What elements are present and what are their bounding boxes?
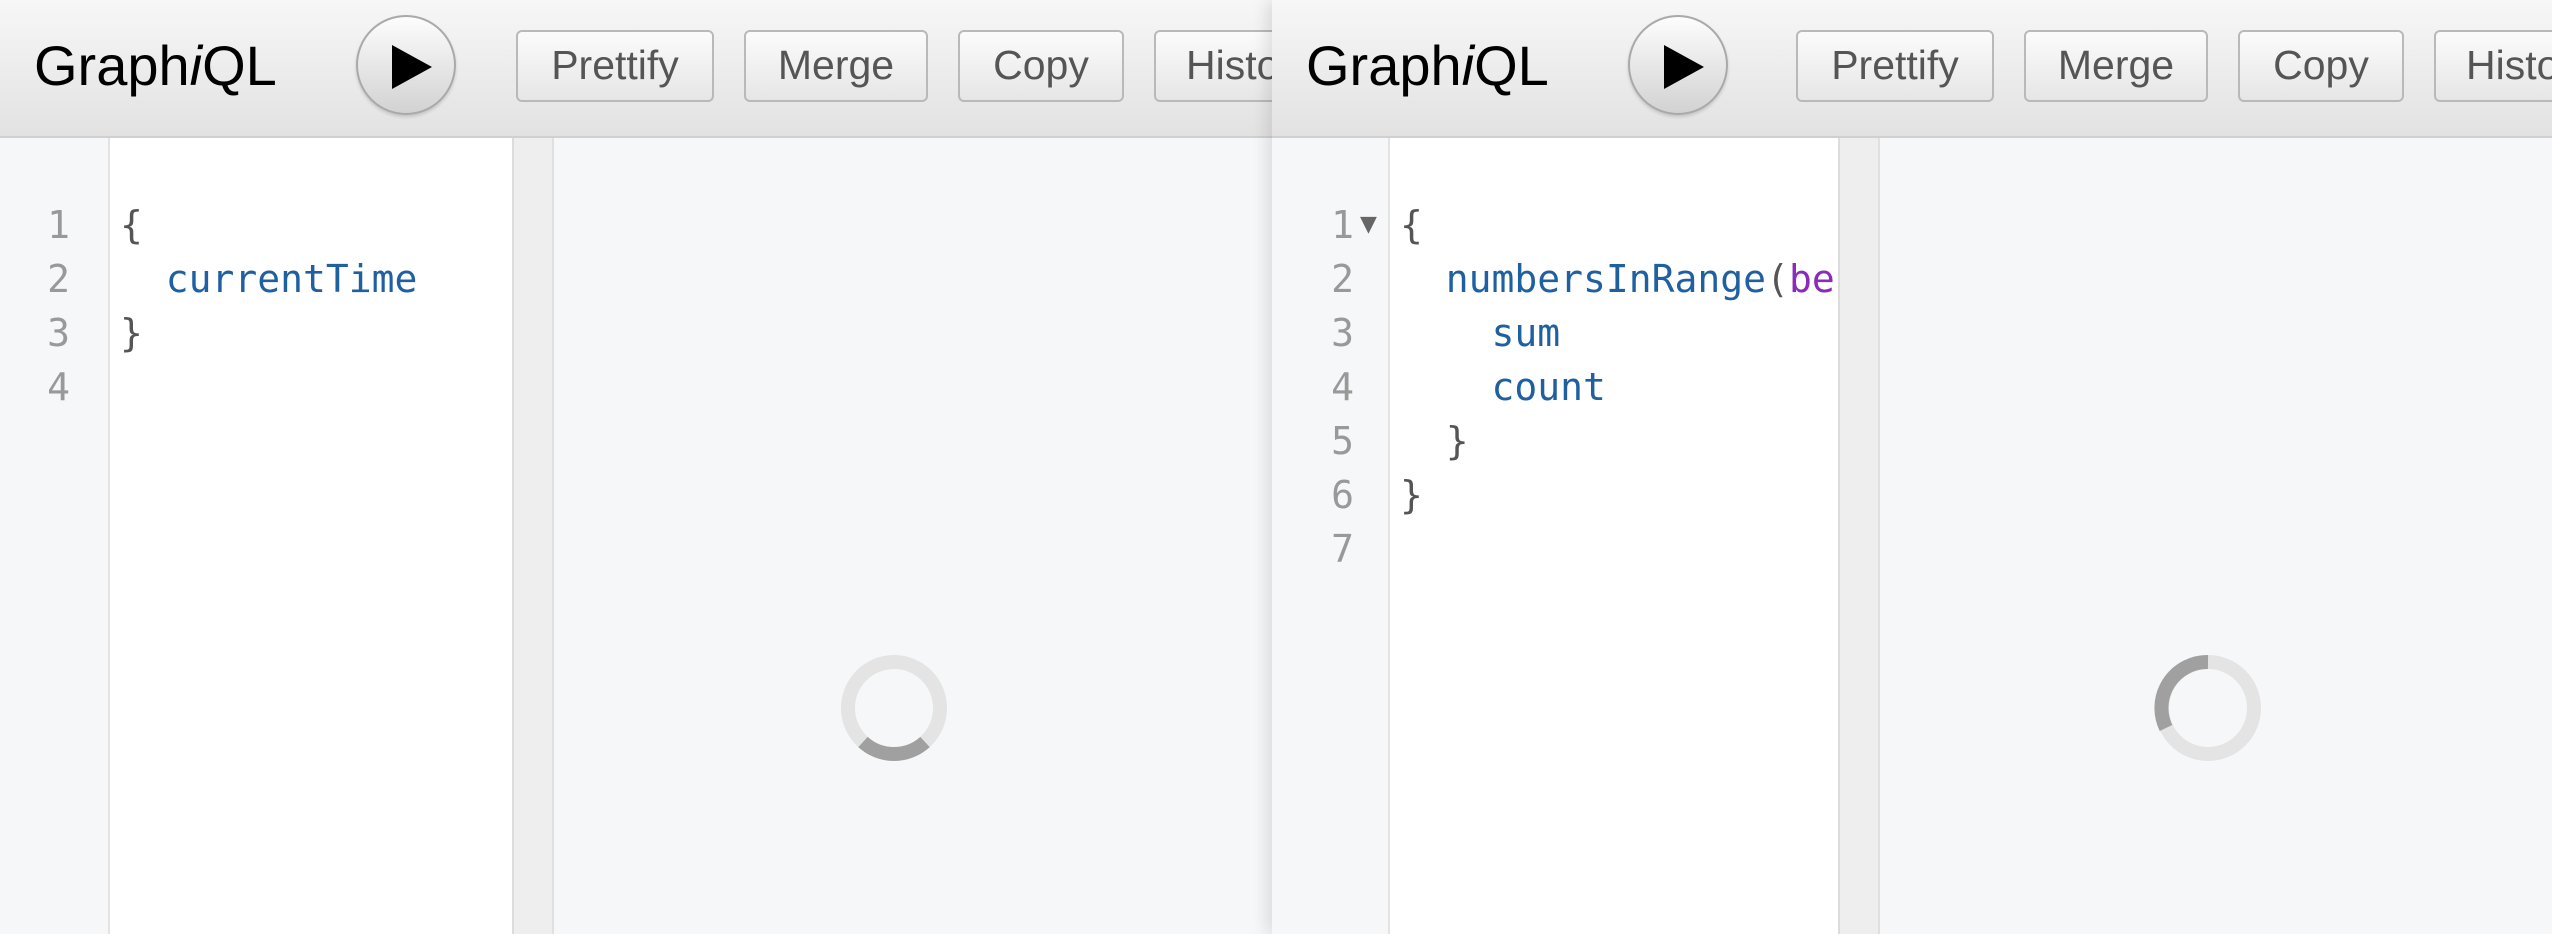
logo-part: i — [1461, 34, 1475, 97]
code-line[interactable]: { — [120, 198, 512, 252]
logo-part: Graph — [34, 34, 190, 97]
line-number: 5 — [1331, 419, 1354, 463]
code-token-arg: beg — [1788, 257, 1836, 301]
result-window — [554, 138, 1272, 934]
line-number: 2 — [1331, 257, 1354, 301]
line-number: 3 — [47, 311, 70, 355]
line-number: 3 — [1331, 311, 1354, 355]
toolbar: GraphiQL Prettify Merge Copy History — [0, 0, 1272, 138]
graphiql-window-right: GraphiQL Prettify Merge Copy History 1 2 3… — [1272, 0, 2552, 934]
line-number: 1 — [1331, 203, 1354, 247]
prettify-button[interactable]: Prettify — [1796, 30, 1994, 102]
code-line[interactable]: } — [1400, 468, 1836, 522]
toolbar: GraphiQL Prettify Merge Copy History — [1272, 0, 2552, 138]
spinner-icon — [2154, 654, 2261, 761]
code-token-field: currentTime — [165, 257, 418, 301]
code-line[interactable]: { — [1400, 198, 1836, 252]
execute-query-button[interactable] — [356, 15, 456, 115]
fold-arrow-icon[interactable]: ▼ — [1360, 212, 1377, 237]
code-token-field: count — [1491, 365, 1606, 409]
code-line[interactable]: numbersInRange(beg — [1400, 252, 1836, 306]
code-token-field: sum — [1491, 311, 1561, 355]
code-line[interactable]: sum — [1400, 306, 1836, 360]
code-token-punc: } — [1400, 419, 1469, 463]
editor-resize-bar[interactable] — [514, 138, 554, 934]
prettify-button[interactable]: Prettify — [516, 30, 714, 102]
logo-part: QL — [1474, 34, 1549, 97]
history-button[interactable]: History — [1154, 30, 1272, 102]
graphiql-window-left: GraphiQL Prettify Merge Copy History 1 2 3… — [0, 0, 1272, 934]
line-number: 4 — [47, 365, 70, 409]
code-line[interactable]: } — [120, 306, 512, 360]
history-button[interactable]: History — [2434, 30, 2552, 102]
line-number: 6 — [1331, 473, 1354, 517]
logo-part: Graph — [1306, 34, 1462, 97]
line-number: 1 — [47, 203, 70, 247]
code-line[interactable]: } — [1400, 414, 1836, 468]
merge-button[interactable]: Merge — [2024, 30, 2208, 102]
code-token-punc: { — [120, 203, 143, 247]
spinner-icon — [841, 655, 947, 761]
graphiql-logo: GraphiQL — [1306, 30, 1549, 102]
code-token-punc — [1400, 365, 1492, 409]
line-number: 4 — [1331, 365, 1354, 409]
logo-part: QL — [202, 34, 277, 97]
line-number: 2 — [47, 257, 70, 301]
execute-query-button[interactable] — [1628, 15, 1728, 115]
play-icon — [1664, 45, 1704, 89]
code-token-punc — [1400, 311, 1492, 355]
play-icon — [392, 45, 432, 89]
copy-button[interactable]: Copy — [958, 30, 1124, 102]
line-number: 7 — [1331, 527, 1354, 571]
code-token-punc — [120, 257, 166, 301]
code-token-punc — [1400, 257, 1446, 301]
code-token-field: numbersInRange — [1445, 257, 1767, 301]
code-token-punc: } — [1400, 473, 1423, 517]
merge-button[interactable]: Merge — [744, 30, 928, 102]
code-token-punc: } — [120, 311, 143, 355]
editor-resize-bar[interactable] — [1840, 138, 1880, 934]
logo-part: i — [189, 34, 203, 97]
result-window — [1880, 138, 2552, 934]
code-token-punc: { — [1400, 203, 1423, 247]
code-line[interactable]: count — [1400, 360, 1836, 414]
copy-button[interactable]: Copy — [2238, 30, 2404, 102]
code-token-punc: ( — [1766, 257, 1789, 301]
code-line[interactable]: currentTime — [120, 252, 512, 306]
graphiql-logo: GraphiQL — [34, 30, 277, 102]
